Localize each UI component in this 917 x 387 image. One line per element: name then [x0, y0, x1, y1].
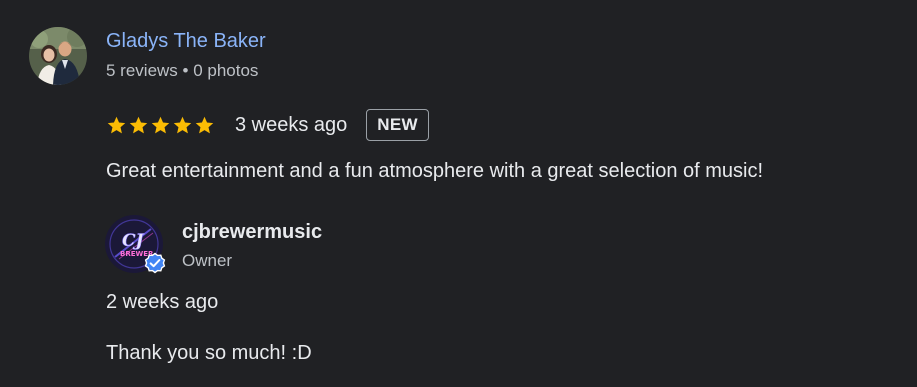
- owner-avatar[interactable]: CJ BREWER: [105, 215, 166, 274]
- reviewer-avatar[interactable]: [29, 27, 87, 85]
- star-rating: [106, 115, 215, 136]
- owner-name[interactable]: cjbrewermusic: [182, 221, 322, 244]
- reviewer-stats: 5 reviews • 0 photos: [106, 61, 259, 80]
- star-icon: [128, 115, 149, 136]
- review-text: Great entertainment and a fun atmosphere…: [106, 160, 764, 182]
- star-icon: [172, 115, 193, 136]
- new-badge: NEW: [366, 109, 429, 141]
- response-date: 2 weeks ago: [106, 291, 219, 313]
- response-text: Thank you so much! :D: [106, 342, 312, 364]
- star-icon: [194, 115, 215, 136]
- star-icon: [150, 115, 171, 136]
- star-icon: [106, 115, 127, 136]
- logo-text: CJ: [122, 231, 145, 251]
- rating-row: 3 weeks ago NEW: [106, 107, 429, 143]
- verified-icon: [143, 251, 167, 275]
- review-date: 3 weeks ago: [235, 113, 348, 136]
- reviewer-photo-icon: [29, 27, 87, 85]
- reviewer-name[interactable]: Gladys The Baker: [106, 30, 266, 53]
- owner-role: Owner: [182, 251, 233, 270]
- review-card: Gladys The Baker 5 reviews • 0 photos 3 …: [0, 0, 917, 387]
